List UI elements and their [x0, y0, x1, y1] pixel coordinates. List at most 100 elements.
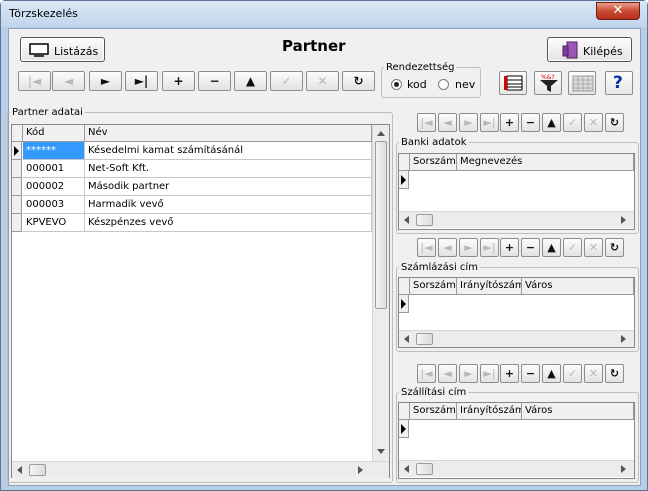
nav3-prior-record-button[interactable]: ◄: [438, 364, 457, 383]
row-indicator[interactable]: [12, 160, 22, 178]
column-header-varos[interactable]: Város: [522, 403, 634, 420]
nav3-post-record-button[interactable]: ✓: [563, 364, 582, 383]
cancel-record-button[interactable]: ✕: [306, 71, 339, 91]
row-indicator[interactable]: [12, 142, 22, 160]
post-record-button[interactable]: ✓: [270, 71, 303, 91]
nav2-insert-record-button[interactable]: +: [500, 238, 519, 257]
row-indicator[interactable]: [12, 178, 22, 196]
prior-record-button[interactable]: ◄: [52, 71, 85, 91]
nav1-insert-record-button[interactable]: +: [500, 113, 519, 132]
billing-grid[interactable]: Sorszám Irányítószám Város: [398, 277, 635, 348]
nav2-cancel-record-button[interactable]: ✕: [584, 238, 603, 257]
partner-cell-kod[interactable]: 000003: [23, 196, 85, 214]
billing-horizontal-scrollbar[interactable]: [399, 330, 634, 347]
partner-cell-kod[interactable]: ******: [23, 142, 85, 160]
nav1-next-record-button[interactable]: ►: [459, 113, 478, 132]
delete-record-button[interactable]: −: [198, 71, 231, 91]
help-button[interactable]: ?: [605, 71, 633, 95]
scroll-left-arrow[interactable]: [404, 335, 409, 343]
nav2-prior-record-button[interactable]: ◄: [438, 238, 457, 257]
column-header-sorszam[interactable]: Sorszám: [410, 154, 457, 171]
nav3-refresh-button[interactable]: ↻: [605, 364, 624, 383]
table-view-button[interactable]: [568, 71, 596, 95]
refresh-button[interactable]: ↻: [342, 71, 375, 91]
partner-vertical-scrollbar[interactable]: [372, 125, 389, 461]
nav2-next-record-button[interactable]: ►: [459, 238, 478, 257]
report-button[interactable]: [499, 71, 527, 95]
horizontal-scroll-thumb[interactable]: [29, 464, 46, 476]
row-indicator[interactable]: [12, 196, 22, 214]
partner-cell-nev[interactable]: Harmadik vevő: [85, 196, 372, 214]
nav2-edit-record-button[interactable]: ▲: [542, 238, 561, 257]
nav1-edit-record-button[interactable]: ▲: [542, 113, 561, 132]
title-bar[interactable]: Törzskezelés ✕: [1, 1, 647, 27]
partner-cell-nev[interactable]: Késedelmi kamat számításánál: [85, 142, 372, 160]
nav3-last-record-button[interactable]: ►|: [480, 364, 499, 383]
nav3-next-record-button[interactable]: ►: [459, 364, 478, 383]
partner-cell-nev[interactable]: Készpénzes vevő: [85, 214, 372, 232]
nav1-first-record-button[interactable]: |◄: [417, 113, 436, 132]
partner-cell-kod[interactable]: KPVEVO: [23, 214, 85, 232]
nav3-insert-record-button[interactable]: +: [500, 364, 519, 383]
sort-by-name-radio[interactable]: [438, 79, 449, 90]
partner-grid-corner: [12, 125, 23, 142]
column-header-sorszam[interactable]: Sorszám: [410, 403, 457, 420]
bank-grid[interactable]: Sorszám Megnevezés: [398, 153, 635, 230]
nav2-first-record-button[interactable]: |◄: [417, 238, 436, 257]
nav3-cancel-record-button[interactable]: ✕: [584, 364, 603, 383]
column-header-varos[interactable]: Város: [522, 278, 634, 295]
nav3-delete-record-button[interactable]: −: [521, 364, 540, 383]
nav2-refresh-button[interactable]: ↻: [605, 238, 624, 257]
partner-horizontal-scrollbar[interactable]: [12, 461, 389, 478]
horizontal-scroll-thumb[interactable]: [416, 463, 433, 475]
nav1-last-record-button[interactable]: ►|: [480, 113, 499, 132]
insert-record-button[interactable]: +: [162, 71, 195, 91]
partner-cell-kod[interactable]: 000002: [23, 178, 85, 196]
shipping-grid[interactable]: Sorszám Irányítószám Város: [398, 402, 635, 479]
scroll-left-arrow[interactable]: [404, 216, 409, 224]
column-header-sorszam[interactable]: Sorszám: [410, 278, 457, 295]
nav2-last-record-button[interactable]: ►|: [480, 238, 499, 257]
horizontal-scroll-thumb[interactable]: [416, 333, 433, 345]
column-header-iranyitoszam[interactable]: Irányítószám: [457, 403, 522, 420]
last-record-button[interactable]: ►|: [125, 71, 158, 91]
nav1-delete-record-button[interactable]: −: [521, 113, 540, 132]
scroll-right-arrow[interactable]: [621, 465, 626, 473]
partner-cell-nev[interactable]: Net-Soft Kft.: [85, 160, 372, 178]
scroll-left-arrow[interactable]: [404, 465, 409, 473]
close-button[interactable]: ✕: [596, 2, 640, 20]
bank-horizontal-scrollbar[interactable]: [399, 211, 634, 228]
next-record-button[interactable]: ►: [89, 71, 122, 91]
scroll-down-arrow[interactable]: [377, 449, 385, 454]
horizontal-scroll-thumb[interactable]: [416, 214, 433, 226]
sort-by-code-radio[interactable]: [391, 79, 402, 90]
nav1-prior-record-button[interactable]: ◄: [438, 113, 457, 132]
partner-cell-nev[interactable]: Második partner: [85, 178, 372, 196]
filter-button[interactable]: %&?: [534, 71, 562, 95]
nav3-edit-record-button[interactable]: ▲: [542, 364, 561, 383]
scroll-right-arrow[interactable]: [621, 216, 626, 224]
scroll-left-arrow[interactable]: [17, 466, 22, 474]
shipping-horizontal-scrollbar[interactable]: [399, 460, 634, 477]
partner-cell-kod[interactable]: 000001: [23, 160, 85, 178]
list-button[interactable]: Listázás: [20, 37, 105, 62]
column-header-kod[interactable]: Kód: [23, 125, 85, 142]
scroll-right-arrow[interactable]: [621, 335, 626, 343]
exit-button[interactable]: Kilépés: [547, 37, 632, 62]
column-header-iranyitoszam[interactable]: Irányítószám: [457, 278, 522, 295]
nav2-post-record-button[interactable]: ✓: [563, 238, 582, 257]
first-record-button[interactable]: |◄: [18, 71, 51, 91]
column-header-megnevezes[interactable]: Megnevezés: [457, 154, 634, 171]
column-header-nev[interactable]: Név: [85, 125, 372, 142]
nav1-refresh-button[interactable]: ↻: [605, 113, 624, 132]
nav3-first-record-button[interactable]: |◄: [417, 364, 436, 383]
nav1-post-record-button[interactable]: ✓: [563, 113, 582, 132]
nav2-delete-record-button[interactable]: −: [521, 238, 540, 257]
scroll-right-arrow[interactable]: [358, 466, 363, 474]
row-indicator[interactable]: [12, 214, 22, 232]
nav1-cancel-record-button[interactable]: ✕: [584, 113, 603, 132]
vertical-scroll-thumb[interactable]: [375, 141, 387, 309]
edit-record-button[interactable]: ▲: [234, 71, 267, 91]
scroll-up-arrow[interactable]: [377, 131, 385, 136]
partner-grid[interactable]: Kód Név N ******Késedelmi kamat számítás…: [11, 124, 390, 478]
